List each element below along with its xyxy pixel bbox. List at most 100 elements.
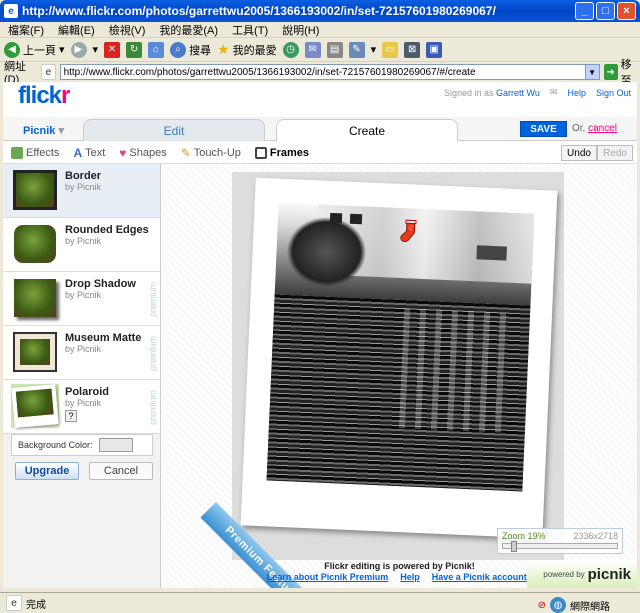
learn-premium-link[interactable]: Learn about Picnik Premium xyxy=(267,572,389,582)
frame-item-polaroid[interactable]: Polaroid by Picnik ? premium xyxy=(3,380,160,434)
zoom-control: Zoom 19% 2336x2718 xyxy=(497,528,623,554)
picnik-dropdown[interactable]: Picnik ▾ xyxy=(23,124,64,137)
frog-thumbnail xyxy=(11,168,59,212)
forward-arrow-icon[interactable]: ▶ xyxy=(70,41,87,58)
cancel-link[interactable]: cancel xyxy=(588,123,617,134)
picnik-badge: powered by picnik xyxy=(527,560,637,588)
stop-icon[interactable]: ✕ xyxy=(104,41,121,58)
frame-name: Rounded Edges xyxy=(65,224,149,236)
effects-icon xyxy=(11,146,23,159)
browser-viewport: flickr Signed in as Garrett Wu ✉ Help Si… xyxy=(3,82,637,588)
window-titlebar: e http://www.flickr.com/photos/garrettwu… xyxy=(0,0,640,22)
research-icon[interactable]: ▣ xyxy=(426,41,443,58)
chevron-down-icon: ▾ xyxy=(59,44,65,56)
back-label: 上一頁 xyxy=(23,44,56,57)
subtab-shapes[interactable]: ♥ Shapes xyxy=(119,146,166,160)
window-title: http://www.flickr.com/photos/garrettwu20… xyxy=(22,4,496,18)
address-bar: 網址(D) e http://www.flickr.com/photos/gar… xyxy=(0,59,640,87)
flickr-header: flickr Signed in as Garrett Wu ✉ Help Si… xyxy=(3,82,637,116)
minimize-button[interactable]: _ xyxy=(575,2,594,20)
premium-tag: premium xyxy=(148,389,158,425)
chevron-down-icon: ▾ xyxy=(370,44,377,56)
help-question-button[interactable]: ? xyxy=(65,410,77,422)
signed-in-text: Signed in as Garrett Wu xyxy=(443,87,540,98)
print-icon[interactable]: ▤ xyxy=(326,41,343,58)
image-stage: Premium Feature xyxy=(200,172,564,588)
background-color-swatch[interactable] xyxy=(98,438,133,452)
flickr-logo[interactable]: flickr xyxy=(18,82,70,110)
popup-blocked-icon[interactable]: ⊘ xyxy=(538,600,546,611)
stocking-sticker-icon[interactable] xyxy=(395,218,422,245)
background-color-row: Background Color: xyxy=(11,434,153,456)
folder-icon[interactable]: ▭ xyxy=(382,41,399,58)
photo-preview[interactable] xyxy=(266,202,535,492)
tab-edit[interactable]: Edit xyxy=(83,119,265,141)
picnik-account-link[interactable]: Have a Picnik account? xyxy=(432,572,533,582)
search-button[interactable]: ⌕ 搜尋 xyxy=(170,40,211,60)
help-link[interactable]: Help xyxy=(400,572,420,582)
frog-thumbnail xyxy=(11,222,59,266)
frame-author: by Picnik xyxy=(65,236,102,246)
zone-text: 網際網路 xyxy=(570,601,610,613)
menu-tools[interactable]: 工具(T) xyxy=(232,22,268,38)
upgrade-button[interactable]: Upgrade xyxy=(15,462,79,480)
undo-redo: Undo Redo xyxy=(561,145,633,161)
frame-name: Border xyxy=(65,170,102,182)
messenger-icon[interactable]: ⊠ xyxy=(404,41,421,58)
address-input[interactable]: http://www.flickr.com/photos/garrettwu20… xyxy=(59,64,600,80)
frog-thumbnail xyxy=(11,276,59,320)
search-label: 搜尋 xyxy=(189,44,212,57)
history-icon[interactable]: ◷ xyxy=(282,41,299,58)
help-link[interactable]: Help xyxy=(567,88,586,98)
menu-edit[interactable]: 編輯(E) xyxy=(58,22,95,38)
menu-file[interactable]: 檔案(F) xyxy=(8,22,44,38)
status-text: 完成 xyxy=(26,599,46,611)
frame-item-rounded-edges[interactable]: Rounded Edges by Picnik xyxy=(3,218,160,272)
frame-item-drop-shadow[interactable]: Drop Shadow by Picnik premium xyxy=(3,272,160,326)
edit-icon[interactable]: ✎ xyxy=(348,41,365,58)
menu-bar: 檔案(F) 編輯(E) 檢視(V) 我的最愛(A) 工具(T) 說明(H) xyxy=(0,22,640,38)
refresh-icon[interactable]: ↻ xyxy=(126,41,143,58)
create-subtabs: Effects A Text ♥ Shapes ✎ Touch-Up Frame… xyxy=(3,142,637,164)
frame-author: by Picnik xyxy=(65,398,102,408)
menu-view[interactable]: 檢視(V) xyxy=(109,22,146,38)
menu-help[interactable]: 說明(H) xyxy=(282,22,319,38)
chevron-down-icon[interactable]: ▼ xyxy=(584,65,599,79)
undo-button[interactable]: Undo xyxy=(561,145,597,161)
subtab-touch-up[interactable]: ✎ Touch-Up xyxy=(181,146,241,160)
frame-author: by Picnik xyxy=(65,290,102,300)
back-button[interactable]: ◀ 上一頁 ▾ xyxy=(4,40,65,60)
frog-thumbnail xyxy=(11,330,59,374)
favorites-button[interactable]: ★ 我的最愛 xyxy=(217,40,277,60)
editor-tabs: Picnik ▾ Edit Create SAVE Or, cancel xyxy=(3,117,637,142)
user-link[interactable]: Garrett Wu xyxy=(496,88,540,98)
maximize-button[interactable]: □ xyxy=(596,2,615,20)
status-bar: e 完成 ⊘ ◍ 網際網路 xyxy=(0,592,640,613)
home-icon[interactable]: ⌂ xyxy=(148,41,165,58)
frame-author: by Picnik xyxy=(65,344,102,354)
frame-author: by Picnik xyxy=(65,182,102,192)
frame-item-museum-matte[interactable]: Museum Matte by Picnik premium xyxy=(3,326,160,380)
favorites-label: 我的最愛 xyxy=(232,44,277,57)
internet-zone-icon: ◍ xyxy=(550,597,566,613)
mail-icon[interactable]: ✉ xyxy=(550,87,558,98)
save-button[interactable]: SAVE xyxy=(520,121,567,137)
cancel-button[interactable]: Cancel xyxy=(89,462,153,480)
image-dimensions: 2336x2718 xyxy=(573,531,618,541)
page-icon: e xyxy=(41,64,56,80)
menu-favorites[interactable]: 我的最愛(A) xyxy=(159,22,218,38)
sign-out-link[interactable]: Sign Out xyxy=(596,88,631,98)
search-icon: ⌕ xyxy=(170,41,187,58)
mail-icon[interactable]: ✉ xyxy=(304,41,321,58)
redo-button[interactable]: Redo xyxy=(597,145,633,161)
zoom-slider[interactable] xyxy=(502,541,618,552)
subtab-text[interactable]: A Text xyxy=(73,146,105,160)
subtab-effects[interactable]: Effects xyxy=(11,146,59,159)
close-button[interactable]: × xyxy=(617,2,636,20)
subtab-frames[interactable]: Frames xyxy=(254,146,309,159)
zoom-slider-handle[interactable] xyxy=(511,541,517,552)
zoom-label: Zoom 19% xyxy=(502,531,546,541)
frame-item-border[interactable]: Border by Picnik xyxy=(3,164,160,218)
tab-create[interactable]: Create xyxy=(276,119,458,142)
polaroid-frame xyxy=(240,177,558,539)
